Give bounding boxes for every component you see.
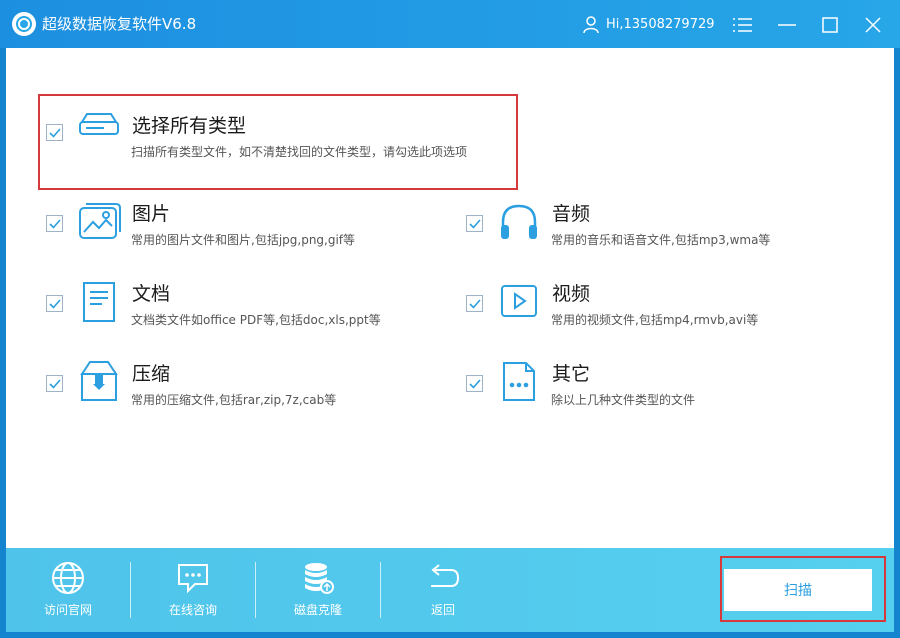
nav-label: 在线咨询 bbox=[168, 603, 217, 617]
checkbox-archive[interactable] bbox=[46, 375, 63, 392]
category-archive[interactable]: 压缩 常用的压缩文件,包括rar,zip,7z,cab等 bbox=[6, 350, 426, 420]
image-icon bbox=[79, 203, 121, 239]
nav-label: 访问官网 bbox=[43, 603, 92, 617]
check-icon bbox=[468, 218, 481, 229]
category-document-title: 文档 bbox=[132, 283, 171, 305]
category-image-desc: 常用的图片文件和图片,包括jpg,png,gif等 bbox=[131, 233, 356, 247]
globe-icon bbox=[52, 562, 84, 594]
category-image-title: 图片 bbox=[132, 203, 171, 225]
back-icon bbox=[431, 564, 460, 587]
menu-button[interactable] bbox=[730, 12, 756, 38]
nav-label: 磁盘克隆 bbox=[293, 603, 342, 617]
app-logo-icon bbox=[12, 12, 36, 36]
disk-clone-button[interactable]: 磁盘克隆 bbox=[256, 548, 380, 632]
user-icon bbox=[583, 16, 599, 34]
category-other[interactable]: 其它 除以上几种文件类型的文件 bbox=[426, 350, 846, 420]
file-type-panel: 选择所有类型 扫描所有类型文件，如不清楚找回的文件类型，请勾选此项选项 图片 常… bbox=[6, 48, 894, 548]
category-video-desc: 常用的视频文件,包括mp4,rmvb,avi等 bbox=[551, 313, 759, 327]
category-video[interactable]: 视频 常用的视频文件,包括mp4,rmvb,avi等 bbox=[426, 270, 846, 340]
checkbox-all[interactable] bbox=[46, 124, 63, 141]
checkbox-other[interactable] bbox=[466, 375, 483, 392]
title-bar: 超级数据恢复软件V6.8 Hi,13508279729 bbox=[0, 0, 900, 48]
maximize-icon bbox=[822, 17, 838, 33]
check-icon bbox=[48, 218, 61, 229]
user-name[interactable]: Hi,13508279729 bbox=[606, 16, 715, 34]
disk-clone-icon bbox=[305, 563, 334, 594]
category-audio-title: 音频 bbox=[552, 203, 591, 225]
menu-icon bbox=[733, 18, 752, 32]
online-consult-button[interactable]: 在线咨询 bbox=[131, 548, 255, 632]
checkbox-document[interactable] bbox=[46, 295, 63, 312]
visit-website-button[interactable]: 访问官网 bbox=[6, 548, 130, 632]
archive-icon bbox=[80, 361, 118, 401]
checkbox-audio[interactable] bbox=[466, 215, 483, 232]
chat-icon bbox=[178, 564, 208, 594]
app-title: 超级数据恢复软件V6.8 bbox=[42, 15, 197, 33]
nav-label: 返回 bbox=[430, 603, 455, 617]
category-all[interactable]: 选择所有类型 扫描所有类型文件，如不清楚找回的文件类型，请勾选此项选项 bbox=[6, 48, 526, 188]
category-all-title: 选择所有类型 bbox=[132, 115, 247, 137]
video-icon bbox=[501, 285, 537, 317]
close-button[interactable] bbox=[860, 12, 886, 38]
check-icon bbox=[48, 127, 61, 138]
category-video-title: 视频 bbox=[552, 283, 591, 305]
check-icon bbox=[468, 298, 481, 309]
hard-drive-icon bbox=[79, 113, 119, 135]
maximize-button[interactable] bbox=[817, 12, 843, 38]
scan-button[interactable]: 扫描 bbox=[724, 569, 872, 611]
other-file-icon bbox=[503, 362, 535, 401]
checkbox-image[interactable] bbox=[46, 215, 63, 232]
check-icon bbox=[48, 298, 61, 309]
category-all-desc: 扫描所有类型文件，如不清楚找回的文件类型，请勾选此项选项 bbox=[131, 145, 468, 159]
minimize-icon bbox=[778, 24, 796, 26]
back-button[interactable]: 返回 bbox=[381, 548, 505, 632]
category-other-title: 其它 bbox=[552, 363, 591, 385]
headphones-icon bbox=[501, 204, 537, 239]
bottom-bar: 访问官网 在线咨询 磁盘克隆 返回 扫描 bbox=[6, 548, 894, 632]
minimize-button[interactable] bbox=[774, 12, 800, 38]
checkbox-video[interactable] bbox=[466, 295, 483, 312]
app-window: 超级数据恢复软件V6.8 Hi,13508279729 选择所有类型 扫描所有类… bbox=[0, 0, 900, 638]
category-audio[interactable]: 音频 常用的音乐和语音文件,包括mp3,wma等 bbox=[426, 190, 846, 260]
close-icon bbox=[865, 17, 881, 33]
category-document-desc: 文档类文件如office PDF等,包括doc,xls,ppt等 bbox=[131, 313, 381, 327]
category-audio-desc: 常用的音乐和语音文件,包括mp3,wma等 bbox=[551, 233, 771, 247]
category-image[interactable]: 图片 常用的图片文件和图片,包括jpg,png,gif等 bbox=[6, 190, 426, 260]
category-archive-desc: 常用的压缩文件,包括rar,zip,7z,cab等 bbox=[131, 393, 337, 407]
check-icon bbox=[468, 378, 481, 389]
category-archive-title: 压缩 bbox=[132, 363, 171, 385]
check-icon bbox=[48, 378, 61, 389]
category-other-desc: 除以上几种文件类型的文件 bbox=[551, 393, 696, 407]
category-document[interactable]: 文档 文档类文件如office PDF等,包括doc,xls,ppt等 bbox=[6, 270, 426, 340]
document-icon bbox=[83, 282, 115, 322]
